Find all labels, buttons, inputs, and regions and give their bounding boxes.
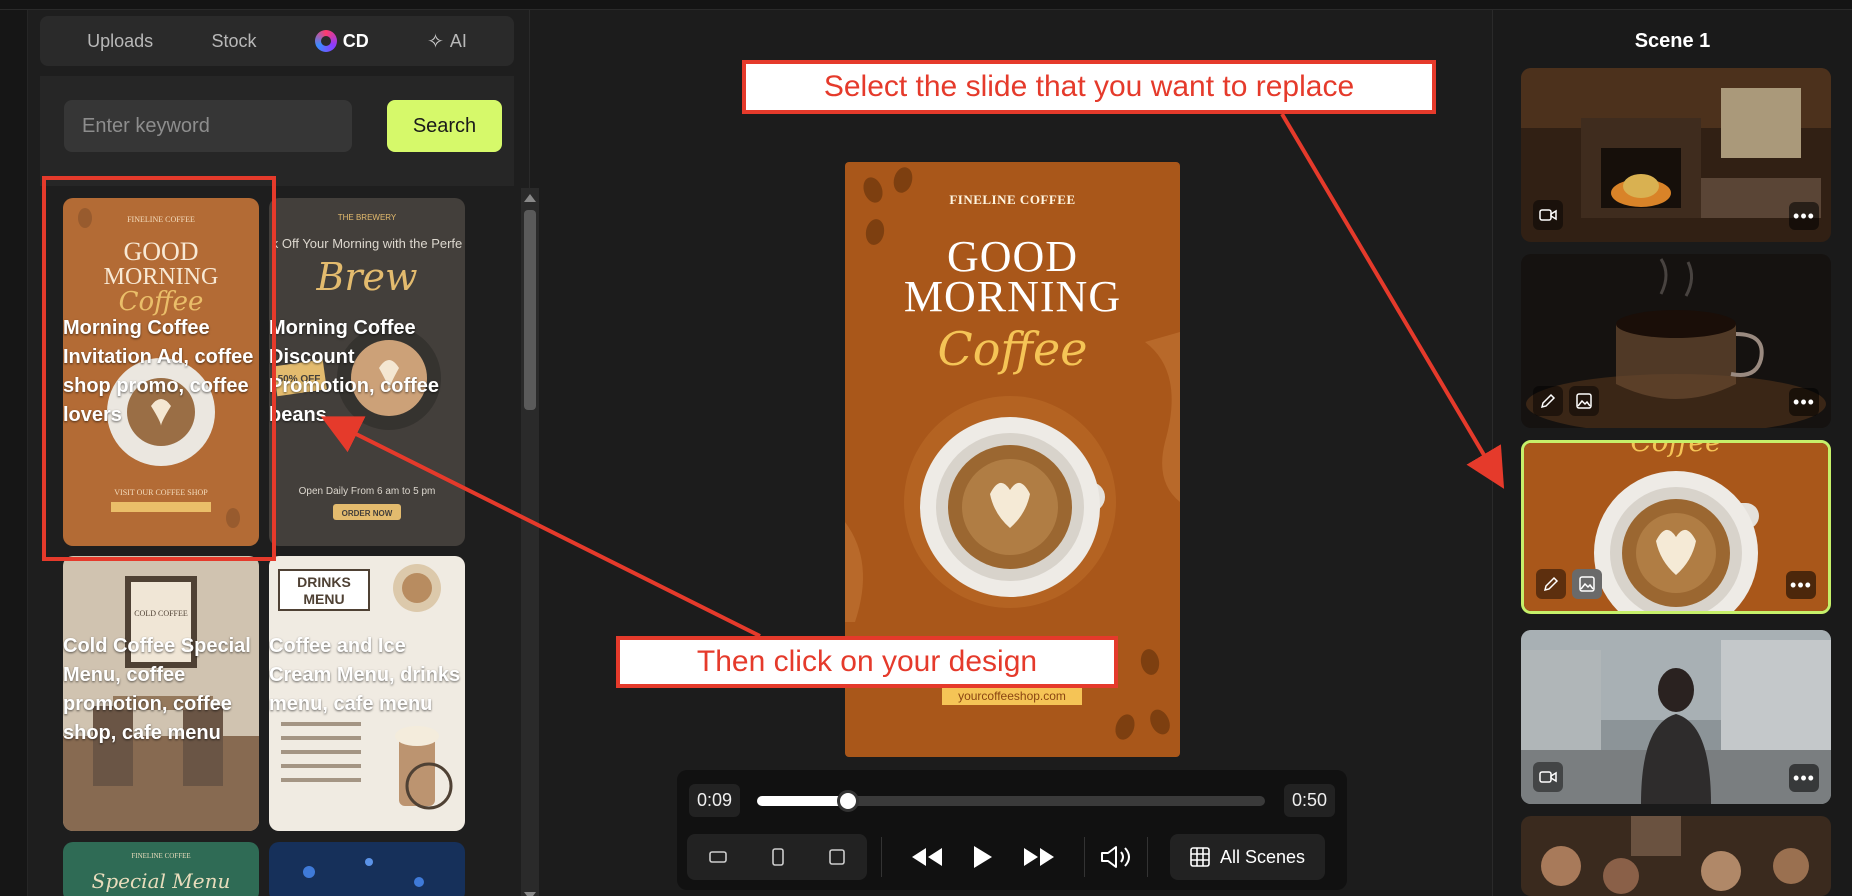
- all-scenes-label: All Scenes: [1220, 846, 1306, 867]
- edit-pencil-icon[interactable]: [1536, 569, 1566, 599]
- current-time: 0:09: [689, 784, 741, 817]
- headline-line-1: GOOD: [946, 232, 1079, 281]
- timeline-track[interactable]: [757, 790, 1265, 812]
- play-icon[interactable]: [972, 844, 994, 870]
- tab-uploads[interactable]: Uploads: [87, 31, 153, 52]
- search-input[interactable]: [64, 100, 352, 152]
- preview-url: yourcoffeeshop.com: [942, 687, 1082, 705]
- scroll-thumb[interactable]: [524, 210, 536, 410]
- tab-stock-label: Stock: [211, 30, 257, 51]
- tab-ai-label: AI: [449, 30, 467, 51]
- fast-forward-icon[interactable]: [1022, 846, 1056, 868]
- scene-thumbnail-selected[interactable]: Coffee •••: [1521, 440, 1831, 614]
- template-card[interactable]: THE BREWERY k Off Your Morning with the …: [269, 198, 465, 546]
- scroll-down-arrow-icon[interactable]: [524, 892, 536, 896]
- scene-image-coffee-cup: [1521, 254, 1831, 428]
- callout-select-slide: Select the slide that you want to replac…: [742, 60, 1436, 114]
- grid-icon: [1190, 847, 1210, 867]
- tab-cd[interactable]: CD: [314, 30, 369, 52]
- scene-image-cabin: [1521, 68, 1831, 242]
- template-thumbnail-special-menu: FINELINE COFFEE Special Menu: [63, 842, 259, 896]
- tab-ai[interactable]: ✧ AI: [427, 29, 467, 54]
- portrait-ratio-icon[interactable]: [772, 848, 784, 866]
- tab-stock[interactable]: Stock: [211, 31, 256, 52]
- volume-icon[interactable]: [1099, 844, 1133, 870]
- more-options-icon[interactable]: •••: [1786, 571, 1816, 599]
- more-options-icon[interactable]: •••: [1789, 764, 1819, 792]
- timeline-scrubber[interactable]: [837, 790, 860, 812]
- divider: [881, 837, 882, 877]
- scene-panel: Scene 1 ••• ••• ••• •••: [1492, 10, 1852, 896]
- source-tabs: Uploads Stock CD ✧ AI: [40, 16, 514, 66]
- scene-thumbnail[interactable]: •••: [1521, 68, 1831, 242]
- player-controls: 0:09 0:50 All Scenes: [677, 770, 1347, 890]
- svg-text:Special Menu: Special Menu: [92, 869, 231, 893]
- total-time: 0:50: [1283, 784, 1335, 817]
- scene-thumbnail[interactable]: •••: [1521, 630, 1831, 804]
- preview-headline: GOOD MORNING: [845, 232, 1180, 321]
- control-row: All Scenes: [687, 832, 1337, 882]
- template-card[interactable]: [269, 842, 465, 896]
- video-icon[interactable]: [1533, 200, 1563, 230]
- all-scenes-button[interactable]: All Scenes: [1170, 834, 1326, 880]
- video-icon[interactable]: [1533, 762, 1563, 792]
- left-rail: [0, 10, 28, 896]
- top-bar: [0, 0, 1852, 10]
- replace-image-icon[interactable]: [1572, 569, 1602, 599]
- divider: [1147, 837, 1148, 877]
- preview-script-text: Coffee: [937, 322, 1088, 376]
- more-options-icon[interactable]: •••: [1789, 388, 1819, 416]
- aspect-ratio-group: [687, 834, 867, 880]
- app-root: Uploads Stock CD ✧AI Search FINELINE COF…: [0, 0, 1852, 896]
- tab-uploads-label: Uploads: [87, 30, 154, 51]
- preview-brand: FINELINE COFFEE: [949, 192, 1076, 207]
- svg-text:FINELINE COFFEE: FINELINE COFFEE: [131, 852, 190, 860]
- landscape-ratio-icon[interactable]: [709, 851, 728, 863]
- scene-image-good-morning: Coffee: [1524, 443, 1828, 611]
- callout-click-design: Then click on your design: [616, 636, 1118, 688]
- template-title: Coffee and Ice Cream Menu, drinks menu, …: [269, 635, 461, 715]
- cd-logo-icon: [314, 30, 337, 52]
- tab-cd-label: CD: [342, 30, 369, 51]
- scene-thumbnail[interactable]: •••: [1521, 254, 1831, 428]
- template-card[interactable]: FINELINE COFFEE Special Menu: [63, 842, 259, 896]
- search-button[interactable]: Search: [387, 100, 502, 152]
- replace-image-icon[interactable]: [1569, 386, 1599, 416]
- edit-pencil-icon[interactable]: [1533, 386, 1563, 416]
- divider: [1084, 837, 1085, 877]
- template-card[interactable]: DRINKS MENU Coffee and Ice Cream Menu, d…: [269, 556, 465, 831]
- template-card[interactable]: COLD COFFEE Cold Coffee Special Menu, co…: [63, 556, 259, 831]
- template-thumbnail-blue: [269, 842, 465, 896]
- headline-line-2: MORNING: [903, 272, 1122, 321]
- template-title: Cold Coffee Special Menu, coffee promoti…: [63, 635, 251, 744]
- scene-thumbnail[interactable]: [1521, 816, 1831, 896]
- square-ratio-icon[interactable]: [828, 849, 845, 865]
- template-title: Morning Coffee Discount Promotion, coffe…: [269, 317, 440, 426]
- scene-title: Scene 1: [1634, 30, 1711, 52]
- scroll-up-arrow-icon[interactable]: [524, 194, 536, 202]
- more-options-icon[interactable]: •••: [1789, 202, 1819, 230]
- timeline-progress: [757, 796, 849, 806]
- arrow-to-scene: [1280, 112, 1505, 489]
- template-scrollbar[interactable]: [521, 188, 539, 896]
- scene-image-cafe-crowd: [1521, 816, 1831, 896]
- svg-text:Coffee: Coffee: [1630, 443, 1721, 458]
- search-area: Search: [40, 76, 514, 186]
- rewind-icon[interactable]: [910, 846, 944, 868]
- selection-highlight: [42, 176, 276, 561]
- sparkle-icon: ✧: [427, 30, 444, 53]
- scene-image-street: [1521, 630, 1831, 804]
